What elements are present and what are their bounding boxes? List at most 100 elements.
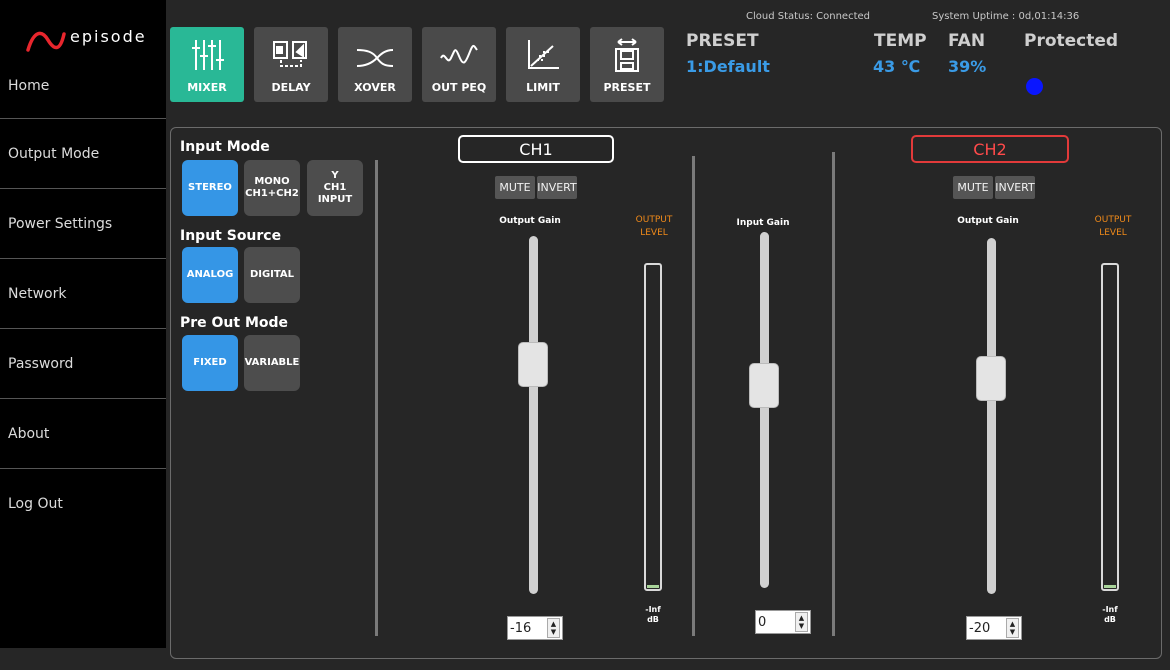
stepper-arrows-icon[interactable]: ▲ ▼	[1006, 618, 1019, 638]
input-source-analog-button[interactable]: ANALOG	[182, 247, 238, 303]
input-source-title: Input Source	[180, 228, 282, 244]
input-gain-stepper[interactable]: 0 ▲ ▼	[755, 610, 811, 634]
divider	[375, 160, 378, 636]
temp-label: TEMP	[874, 31, 927, 51]
sidebar-item-label: Power Settings	[8, 215, 113, 232]
pre-out-variable-button[interactable]: VARIABLE	[244, 335, 300, 391]
ch2-output-gain-track[interactable]	[987, 238, 996, 594]
mixer-icon	[185, 35, 229, 75]
button-label: Y CH1 INPUT	[317, 170, 353, 205]
episode-logo: episode	[26, 27, 156, 52]
ch1-output-gain-track[interactable]	[529, 236, 538, 594]
sidebar-item-label: Output Mode	[8, 145, 100, 162]
tool-label: DELAY	[271, 81, 311, 94]
divider	[692, 156, 695, 636]
tool-mixer-button[interactable]: MIXER	[170, 27, 244, 102]
button-label: VARIABLE	[244, 357, 300, 368]
input-gain-track[interactable]	[760, 232, 769, 588]
system-uptime: System Uptime : 0d,01:14:36	[932, 11, 1080, 22]
protected-label: Protected	[1024, 31, 1119, 51]
ch2-mute-button[interactable]: MUTE	[953, 176, 993, 199]
preset-icon	[605, 35, 649, 75]
sidebar-item-log-out[interactable]: Log Out	[0, 468, 166, 538]
limit-icon	[521, 35, 565, 75]
tool-label: OUT PEQ	[431, 81, 487, 94]
sidebar-item-output-mode[interactable]: Output Mode	[0, 118, 166, 188]
tool-label: XOVER	[354, 81, 396, 94]
channel-name: CH2	[973, 139, 1007, 159]
pre-out-fixed-button[interactable]: FIXED	[182, 335, 238, 391]
pre-out-mode-title: Pre Out Mode	[180, 315, 289, 331]
ch2-output-gain-stepper[interactable]: -20 ▲ ▼	[966, 616, 1022, 640]
peq-icon	[437, 35, 481, 75]
button-label: STEREO	[188, 182, 232, 193]
sidebar-item-label: Log Out	[8, 495, 63, 512]
input-source-digital-button[interactable]: DIGITAL	[244, 247, 300, 303]
sidebar-item-label: Home	[8, 78, 50, 94]
input-mode-y-button[interactable]: Y CH1 INPUT	[307, 160, 363, 216]
button-label: DIGITAL	[249, 269, 295, 280]
divider	[832, 152, 835, 636]
stepper-value[interactable]: -20	[967, 621, 1006, 636]
ch1-output-level-label: OUTPUT LEVEL	[635, 215, 673, 238]
input-gain-label: Input Gain	[736, 218, 790, 228]
stepper-value[interactable]: 0	[756, 615, 795, 630]
temp-value: 43 ℃	[873, 57, 921, 76]
button-label: FIXED	[193, 357, 227, 368]
ch2-invert-button[interactable]: INVERT	[995, 176, 1035, 199]
preset-label: PRESET	[686, 31, 759, 51]
cloud-status: Cloud Status: Connected	[746, 11, 871, 22]
ch1-mute-button[interactable]: MUTE	[495, 176, 535, 199]
meter-fill	[1104, 585, 1116, 588]
channel-name: CH1	[519, 139, 553, 159]
tool-delay-button[interactable]: DELAY	[254, 27, 328, 102]
tool-limit-button[interactable]: LIMIT	[506, 27, 580, 102]
tool-label: LIMIT	[526, 81, 560, 94]
ch2-title: CH2	[911, 135, 1069, 163]
sidebar: episode Home Output Mode Power Settings …	[0, 0, 166, 648]
fan-label: FAN	[948, 31, 986, 51]
ch1-output-level-meter	[644, 263, 662, 591]
tool-xover-button[interactable]: XOVER	[338, 27, 412, 102]
preset-value: 1:Default	[686, 57, 770, 76]
ch1-invert-button[interactable]: INVERT	[537, 176, 577, 199]
ch1-meter-readout: -Inf dB	[645, 605, 661, 624]
delay-icon	[269, 35, 313, 75]
ch2-meter-readout: -Inf dB	[1102, 605, 1118, 624]
fan-value: 39%	[948, 57, 987, 76]
ch2-output-level-meter	[1101, 263, 1119, 591]
xover-icon	[353, 35, 397, 75]
sidebar-item-network[interactable]: Network	[0, 258, 166, 328]
stepper-arrows-icon[interactable]: ▲ ▼	[547, 618, 560, 638]
stepper-value[interactable]: -16	[508, 621, 547, 636]
mixer-panel: Input Mode STEREO MONO CH1+CH2 Y CH1 INPUT…	[170, 127, 1162, 659]
sidebar-item-label: About	[8, 425, 50, 442]
protected-indicator	[1026, 78, 1043, 95]
input-mode-title: Input Mode	[180, 139, 270, 155]
stepper-arrows-icon[interactable]: ▲ ▼	[795, 612, 808, 632]
logo-text: episode	[70, 27, 147, 46]
tool-label: PRESET	[603, 81, 651, 94]
tool-out-peq-button[interactable]: OUT PEQ	[422, 27, 496, 102]
sidebar-item-about[interactable]: About	[0, 398, 166, 468]
ch1-title: CH1	[458, 135, 614, 163]
tool-preset-button[interactable]: PRESET	[590, 27, 664, 102]
button-label: MONO CH1+CH2	[245, 176, 299, 199]
tool-label: MIXER	[187, 81, 227, 94]
ch1-output-gain-slider-handle[interactable]	[518, 342, 548, 388]
sidebar-item-label: Password	[8, 355, 74, 372]
meter-fill	[647, 585, 659, 588]
ch1-output-gain-stepper[interactable]: -16 ▲ ▼	[507, 616, 563, 640]
input-mode-mono-button[interactable]: MONO CH1+CH2	[244, 160, 300, 216]
sidebar-item-label: Network	[8, 285, 67, 302]
sidebar-item-home[interactable]: Home	[0, 60, 166, 118]
sidebar-item-password[interactable]: Password	[0, 328, 166, 398]
ch2-output-gain-label: Output Gain	[957, 216, 1019, 226]
sidebar-item-power-settings[interactable]: Power Settings	[0, 188, 166, 258]
button-label: INVERT	[995, 181, 1035, 194]
button-label: INVERT	[537, 181, 577, 194]
input-gain-slider-handle[interactable]	[749, 362, 779, 408]
ch2-output-gain-slider-handle[interactable]	[976, 356, 1006, 402]
app-window: episode Home Output Mode Power Settings …	[0, 0, 1170, 670]
input-mode-stereo-button[interactable]: STEREO	[182, 160, 238, 216]
